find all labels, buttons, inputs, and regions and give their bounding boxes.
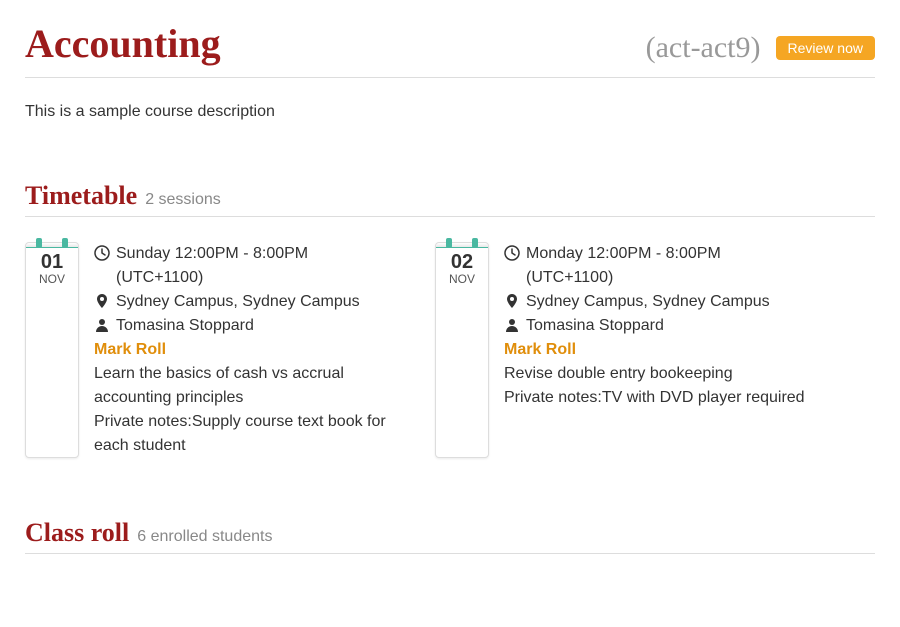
location-icon [504, 293, 520, 309]
session-location: Sydney Campus, Sydney Campus [526, 290, 770, 314]
calendar-day: 02 [436, 251, 488, 273]
person-icon [94, 317, 110, 333]
sessions-container: 01 NOV Sunday 12:00PM - 8:00PM (UTC+1100… [25, 242, 875, 458]
course-title: Accounting [25, 20, 221, 67]
session-time: Monday 12:00PM - 8:00PM (UTC+1100) [526, 242, 805, 290]
session-body: Monday 12:00PM - 8:00PM (UTC+1100) Sydne… [504, 242, 805, 458]
session-instructor: Tomasina Stoppard [526, 314, 664, 338]
mark-roll-link[interactable]: Mark Roll [504, 341, 576, 358]
clock-icon [504, 245, 520, 261]
course-description: This is a sample course description [25, 103, 875, 121]
timetable-header: Timetable 2 sessions [25, 181, 875, 217]
session-notes: Private notes:Supply course text book fo… [94, 410, 395, 458]
review-now-button[interactable]: Review now [776, 36, 875, 60]
timetable-heading: Timetable [25, 181, 137, 211]
calendar-month: NOV [436, 273, 488, 286]
timetable-subheading: 2 sessions [145, 191, 221, 209]
location-icon [94, 293, 110, 309]
session-description: Learn the basics of cash vs accrual acco… [94, 362, 395, 410]
classroll-heading: Class roll [25, 518, 129, 548]
mark-roll-link[interactable]: Mark Roll [94, 341, 166, 358]
classroll-header: Class roll 6 enrolled students [25, 518, 875, 554]
session-instructor: Tomasina Stoppard [116, 314, 254, 338]
session-description: Revise double entry bookeeping [504, 362, 805, 386]
course-code: (act-act9) [646, 31, 761, 65]
session-body: Sunday 12:00PM - 8:00PM (UTC+1100) Sydne… [94, 242, 395, 458]
session-notes: Private notes:TV with DVD player require… [504, 386, 805, 410]
calendar-icon: 02 NOV [435, 242, 489, 458]
session-time: Sunday 12:00PM - 8:00PM (UTC+1100) [116, 242, 395, 290]
page-header: Accounting (act-act9) Review now [25, 20, 875, 78]
classroll-subheading: 6 enrolled students [137, 528, 272, 546]
person-icon [504, 317, 520, 333]
calendar-day: 01 [26, 251, 78, 273]
calendar-icon: 01 NOV [25, 242, 79, 458]
session-card: 02 NOV Monday 12:00PM - 8:00PM (UTC+1100… [435, 242, 805, 458]
clock-icon [94, 245, 110, 261]
session-location: Sydney Campus, Sydney Campus [116, 290, 360, 314]
calendar-month: NOV [26, 273, 78, 286]
session-card: 01 NOV Sunday 12:00PM - 8:00PM (UTC+1100… [25, 242, 395, 458]
